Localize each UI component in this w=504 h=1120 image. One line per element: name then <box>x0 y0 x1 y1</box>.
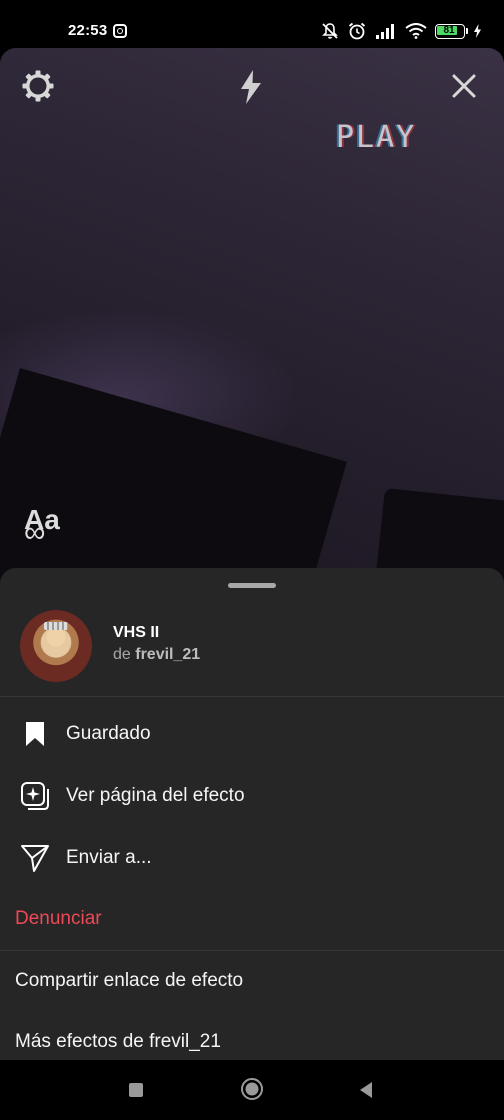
effect-options-sheet: VHS II de frevil_21 Guardado Ver página … <box>0 568 504 1060</box>
effect-author-prefix: de <box>113 646 131 663</box>
back-icon[interactable] <box>352 1076 380 1104</box>
charging-icon <box>474 24 481 38</box>
menu-item-send-to-label: Enviar a... <box>66 847 152 868</box>
flash-icon[interactable] <box>236 68 266 106</box>
menu-item-view-effect-page[interactable]: Ver página del efecto <box>0 768 504 824</box>
effect-author-username[interactable]: frevil_21 <box>135 646 200 663</box>
status-icons: 81 <box>321 21 482 41</box>
menu-item-saved-label: Guardado <box>66 723 151 744</box>
camera-preview[interactable]: PLAY Aa ∞ <box>0 48 504 608</box>
menu-item-more-effects-label: Más efectos de frevil_21 <box>15 1031 221 1052</box>
wifi-icon <box>405 23 427 39</box>
menu-item-report-label: Denunciar <box>15 908 102 929</box>
status-time: 22:53 <box>68 22 108 39</box>
effect-name: VHS II <box>113 624 160 641</box>
menu-item-send-to[interactable]: Enviar a... <box>0 830 504 886</box>
mute-bell-icon <box>322 23 338 39</box>
home-icon[interactable] <box>238 1075 266 1103</box>
sheet-divider <box>0 696 504 697</box>
menu-item-share-link[interactable]: Compartir enlace de efecto <box>0 953 504 1009</box>
status-bar: 22:53 81 <box>0 0 504 48</box>
alarm-icon <box>348 22 366 40</box>
bookmark-icon <box>20 719 50 749</box>
menu-item-report[interactable]: Denunciar <box>0 891 504 947</box>
effect-page-icon <box>20 781 50 811</box>
boomerang-button[interactable]: ∞ <box>24 516 45 550</box>
battery-icon: 81 <box>435 23 468 39</box>
system-nav-bar <box>0 1060 504 1120</box>
effect-author-line: de frevil_21 <box>113 646 200 664</box>
instagram-icon <box>113 24 127 38</box>
paper-plane-icon <box>20 843 50 873</box>
menu-item-share-link-label: Compartir enlace de efecto <box>15 970 244 991</box>
settings-gear-icon[interactable] <box>20 68 56 104</box>
signal-icon <box>376 24 394 39</box>
recent-apps-icon[interactable] <box>122 1076 150 1104</box>
menu-item-saved[interactable]: Guardado <box>0 706 504 762</box>
battery-level: 81 <box>443 24 455 36</box>
sheet-drag-handle[interactable] <box>228 583 276 588</box>
sheet-divider <box>0 950 504 951</box>
vhs-play-overlay: PLAY <box>336 120 417 155</box>
effect-author-avatar[interactable] <box>20 610 92 682</box>
close-icon[interactable] <box>448 70 480 102</box>
menu-item-view-effect-page-label: Ver página del efecto <box>66 785 245 806</box>
